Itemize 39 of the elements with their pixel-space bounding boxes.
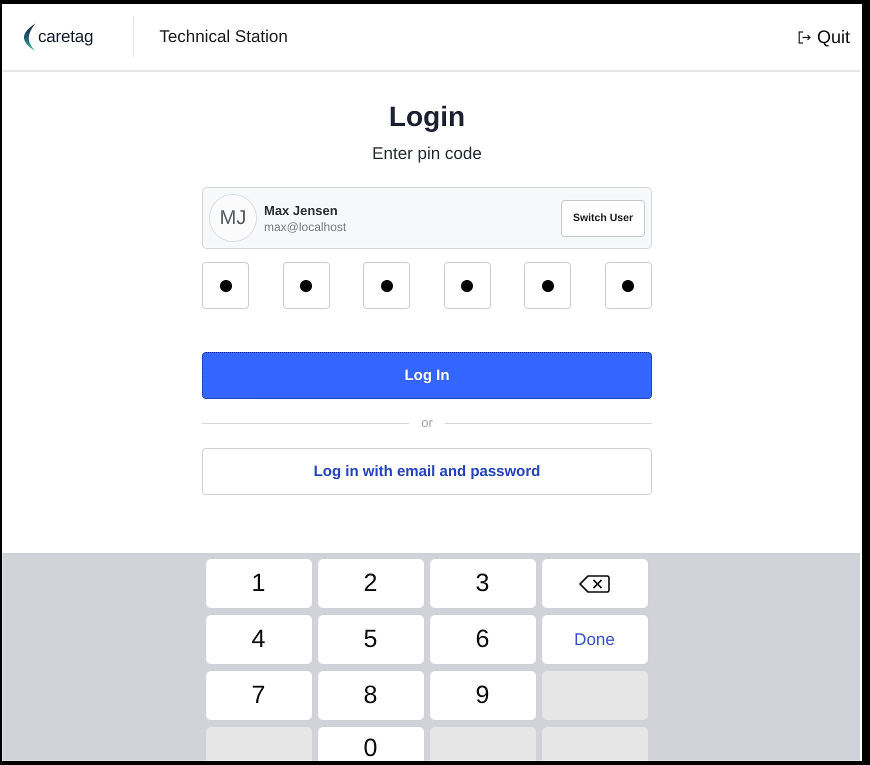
switch-user-button[interactable]: Switch User bbox=[561, 200, 645, 236]
pin-dot-icon bbox=[542, 280, 554, 292]
pin-digit-field[interactable] bbox=[524, 262, 572, 309]
header-title: Technical Station bbox=[159, 27, 288, 47]
pin-digit-field[interactable] bbox=[604, 262, 652, 309]
pin-digit-field[interactable] bbox=[282, 262, 330, 309]
logo-mark-icon bbox=[24, 23, 36, 51]
pin-digit-field[interactable] bbox=[363, 262, 410, 309]
exit-icon bbox=[798, 30, 811, 44]
pin-dot-icon bbox=[461, 280, 474, 292]
user-email: max@localhost bbox=[264, 218, 346, 234]
login-title: Login bbox=[388, 100, 466, 134]
done-key[interactable]: Done bbox=[542, 615, 648, 664]
digit-key[interactable]: 6 bbox=[430, 615, 536, 664]
digit-key[interactable]: 8 bbox=[318, 671, 424, 720]
logo-text: caretag bbox=[38, 27, 94, 47]
digit-key[interactable]: 9 bbox=[430, 671, 536, 720]
user-name: Max Jensen bbox=[264, 202, 339, 218]
divider-label: or bbox=[420, 414, 434, 432]
pin-digit-field[interactable] bbox=[444, 262, 491, 309]
pin-dot-icon bbox=[380, 280, 393, 292]
digit-key[interactable]: 7 bbox=[206, 671, 312, 720]
pin-dot-icon bbox=[300, 280, 312, 292]
digit-key[interactable]: 1 bbox=[206, 559, 312, 608]
pin-dot-icon bbox=[622, 280, 634, 292]
user-avatar: MJ bbox=[209, 194, 257, 242]
digit-key[interactable]: 4 bbox=[206, 615, 312, 664]
quit-button[interactable]: Quit bbox=[798, 26, 850, 48]
digit-key[interactable]: 0 bbox=[318, 727, 424, 761]
pin-dot-icon bbox=[220, 280, 232, 292]
digit-key[interactable]: 3 bbox=[430, 559, 536, 608]
log-in-button[interactable]: Log In bbox=[202, 352, 652, 399]
login-subtitle: Enter pin code bbox=[372, 143, 482, 165]
backspace-icon bbox=[579, 574, 610, 592]
digit-key[interactable]: 5 bbox=[318, 615, 424, 664]
backspace-key[interactable] bbox=[542, 559, 648, 608]
email-login-button[interactable]: Log in with email and password bbox=[202, 448, 652, 495]
digit-key[interactable]: 2 bbox=[318, 559, 424, 608]
pin-digit-field[interactable] bbox=[202, 262, 249, 309]
